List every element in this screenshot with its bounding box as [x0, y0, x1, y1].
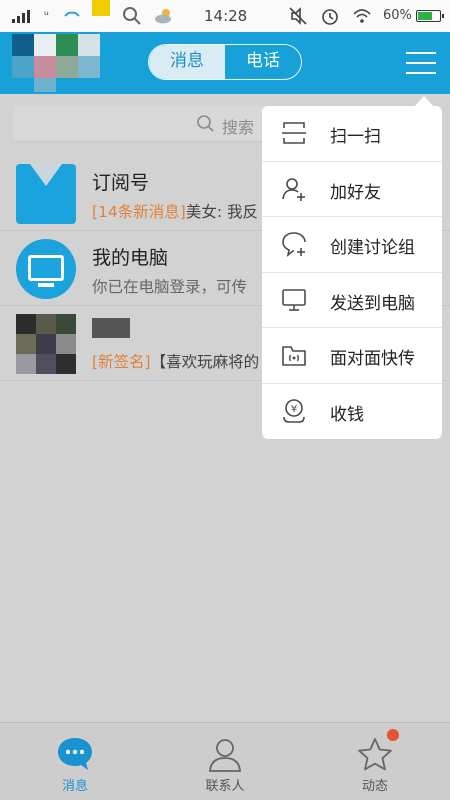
contact-name-redacted	[92, 318, 130, 338]
battery-icon	[416, 10, 444, 22]
menu-item-face-to-face[interactable]: 面对面快传	[262, 328, 442, 384]
conversation-preview: [14条新消息]美女: 我反	[92, 200, 258, 222]
create-discussion-icon	[282, 232, 306, 257]
tab-contacts[interactable]: 联系人	[150, 723, 300, 800]
contacts-icon	[209, 739, 241, 772]
search-icon	[197, 115, 214, 132]
menu-item-create-discussion[interactable]: 创建讨论组	[262, 217, 442, 273]
message-call-toggle: 消息 电话	[148, 44, 302, 80]
menu-icon[interactable]	[406, 50, 436, 76]
menu-label: 面对面快传	[330, 349, 415, 369]
computer-avatar	[16, 239, 76, 299]
carrier-label: ᵘ	[44, 8, 49, 22]
contact-avatar	[16, 314, 76, 374]
menu-item-scan[interactable]: 扫一扫	[262, 106, 442, 162]
conversation-preview: 你已在电脑登录，可传	[92, 278, 248, 296]
menu-label: 发送到电脑	[330, 293, 415, 314]
battery-percent: 60%	[383, 8, 412, 23]
alarm-icon	[322, 9, 338, 25]
preview-text: 美女: 我反	[185, 203, 258, 221]
chat-bubble-icon	[58, 738, 92, 770]
receive-money-icon: ¥	[283, 398, 305, 423]
preview-text: 【喜欢玩麻将的	[150, 353, 260, 371]
menu-item-add-friend[interactable]: 加好友	[262, 162, 442, 217]
tab-label: 联系人	[205, 779, 245, 794]
wifi-arc-icon	[64, 11, 80, 17]
tab-feed[interactable]: 动态	[300, 723, 450, 800]
menu-label: 加好友	[330, 182, 381, 203]
conversation-title: 订阅号	[92, 172, 150, 194]
status-time: 14:28	[204, 7, 248, 25]
search-notification-icon	[123, 7, 141, 25]
bottom-tab-bar: 消息 联系人 动态	[0, 722, 450, 800]
notification-square-icon	[92, 0, 110, 16]
svg-text:¥: ¥	[291, 404, 297, 415]
unread-tag: [14条新消息]	[92, 203, 186, 221]
app-header: 消息 电话	[0, 32, 450, 94]
menu-label: 创建讨论组	[330, 238, 415, 258]
add-friend-icon	[282, 177, 305, 201]
weather-icon	[155, 9, 171, 24]
star-icon	[358, 738, 392, 771]
wifi-icon	[353, 9, 371, 23]
quick-action-menu: 扫一扫 加好友 创建讨论组 发送到电脑 面对面快传 ¥ 收钱	[262, 106, 442, 439]
mute-icon	[289, 7, 307, 25]
search-placeholder: 搜索	[222, 118, 255, 137]
menu-item-receive-money[interactable]: ¥ 收钱	[262, 384, 442, 440]
status-bar: ᵘ 14:28 60%	[0, 0, 450, 32]
face-to-face-transfer-icon	[282, 346, 306, 366]
scan-icon	[282, 122, 306, 144]
send-to-computer-icon	[282, 288, 306, 311]
menu-label: 收钱	[330, 404, 364, 425]
conversation-title: 我的电脑	[92, 247, 169, 269]
signature-tag: [新签名]	[92, 353, 151, 371]
tab-label: 动态	[361, 779, 388, 794]
tab-messages[interactable]: 消息	[149, 45, 225, 79]
subscription-avatar	[16, 164, 76, 224]
notification-dot	[387, 729, 399, 741]
menu-label: 扫一扫	[330, 127, 381, 147]
user-avatar[interactable]	[12, 34, 112, 92]
tab-label: 消息	[61, 779, 88, 794]
signal-icon	[12, 10, 30, 23]
tab-messages-bottom[interactable]: 消息	[0, 723, 150, 800]
tab-calls[interactable]: 电话	[225, 45, 301, 79]
conversation-preview: [新签名]【喜欢玩麻将的	[92, 350, 259, 372]
menu-item-send-to-computer[interactable]: 发送到电脑	[262, 273, 442, 328]
